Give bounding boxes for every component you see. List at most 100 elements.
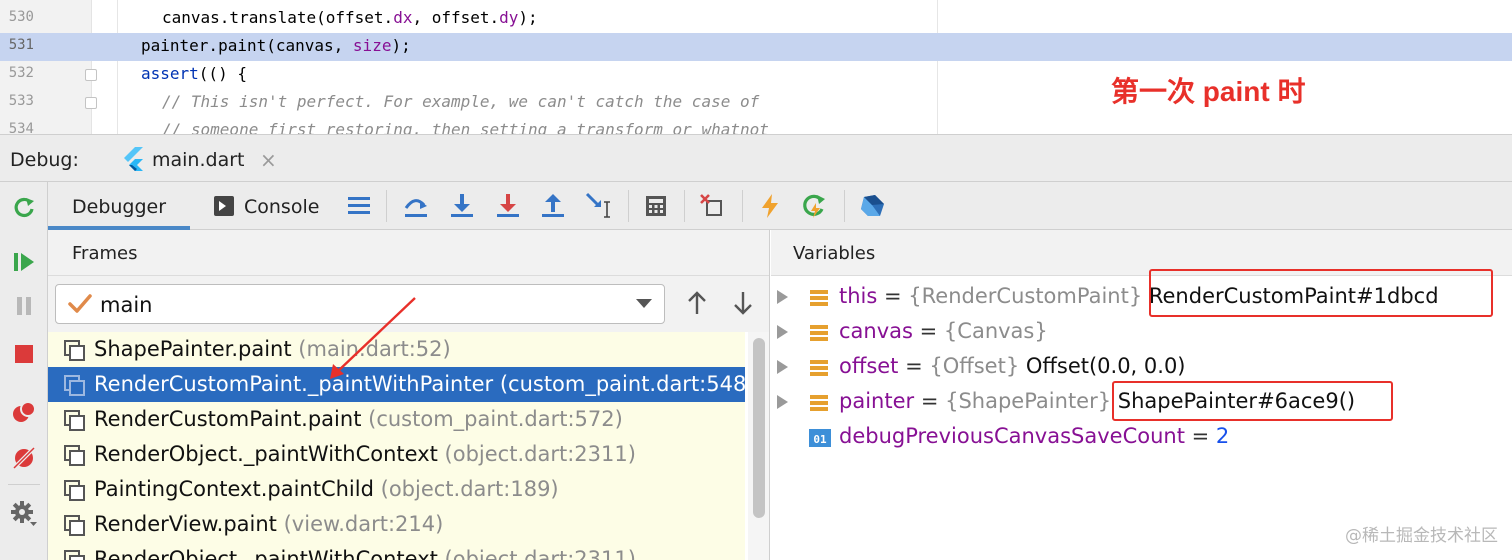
frame-label: RenderView.paint (view.dart:214): [94, 512, 444, 536]
expand-arrow-icon[interactable]: [777, 395, 788, 409]
code-line[interactable]: 534 // someone first restoring, then set…: [0, 117, 1512, 134]
thread-selector-bar: main: [48, 276, 769, 332]
frame-label: RenderCustomPaint.paint (custom_paint.da…: [94, 407, 623, 431]
variables-title: Variables: [793, 243, 876, 264]
previous-frame-button[interactable]: [682, 288, 712, 318]
drop-frame-icon[interactable]: [698, 192, 726, 220]
toolbar-separator: [386, 190, 387, 222]
flutter-icon: [122, 147, 144, 177]
frame-row[interactable]: PaintingContext.paintChild (object.dart:…: [48, 472, 745, 507]
variable-text: canvas = {Canvas}: [839, 319, 1048, 343]
hot-reload-icon[interactable]: [756, 192, 784, 220]
frame-row[interactable]: RenderCustomPaint.paint (custom_paint.da…: [48, 402, 745, 437]
stack-frame-icon: [64, 445, 86, 471]
view-breakpoints-icon[interactable]: [8, 396, 40, 428]
code-text: painter.paint(canvas, size);: [141, 36, 411, 55]
current-execution-line[interactable]: 531 painter.paint(canvas, size);: [0, 33, 1512, 61]
stack-frame-icon: [64, 550, 86, 560]
stack-frame-icon: [64, 340, 86, 366]
stack-frame-icon: [64, 480, 86, 506]
hot-restart-icon[interactable]: [800, 192, 828, 220]
debugger-toolbar: Debugger Console: [48, 182, 1512, 230]
run-tab-label: main.dart: [152, 149, 245, 171]
run-to-cursor-icon[interactable]: [585, 192, 613, 220]
line-number: 532: [8, 65, 34, 81]
thread-dropdown[interactable]: main: [55, 284, 665, 324]
thread-dropdown-value: main: [100, 293, 153, 317]
svg-text:01: 01: [813, 433, 827, 446]
frames-panel: Frames main ShapePainter.paint (main.dar…: [48, 230, 770, 560]
evaluate-expression-icon[interactable]: [642, 192, 670, 220]
field-icon: [809, 323, 829, 347]
close-icon[interactable]: ×: [260, 148, 277, 172]
variable-text: debugPreviousCanvasSaveCount = 2: [839, 424, 1230, 448]
frame-row[interactable]: RenderView.paint (view.dart:214): [48, 507, 745, 542]
expand-arrow-icon[interactable]: [777, 290, 788, 304]
frame-row[interactable]: RenderObject._paintWithContext (object.d…: [48, 542, 745, 560]
frame-row[interactable]: ShapePainter.paint (main.dart:52): [48, 332, 745, 367]
debug-actions-sidebar: [0, 182, 48, 560]
tab-debugger[interactable]: Debugger: [48, 182, 190, 230]
line-number: 530: [8, 9, 34, 25]
field-icon: [809, 393, 829, 417]
field-icon: [809, 358, 829, 382]
variables-panel: Variables this = {RenderCustomPaint} Ren…: [771, 230, 1512, 560]
code-line[interactable]: 530 canvas.translate(offset.dx, offset.d…: [0, 5, 1512, 33]
settings-icon[interactable]: [8, 498, 40, 530]
step-out-icon[interactable]: [539, 192, 567, 220]
step-over-icon[interactable]: [402, 192, 430, 220]
code-text: assert(() {: [141, 64, 247, 83]
code-comment: // someone first restoring, then setting…: [162, 120, 769, 134]
watermark: @稀土掘金技术社区: [1345, 526, 1498, 546]
frames-header: Frames: [48, 230, 769, 276]
toolbar-separator: [684, 190, 685, 222]
variable-row[interactable]: canvas = {Canvas}: [771, 315, 1512, 350]
tab-console[interactable]: Console: [208, 182, 338, 230]
step-into-icon[interactable]: [448, 192, 476, 220]
stack-frame-icon: [64, 375, 86, 401]
toolbar-separator: [742, 190, 743, 222]
frame-row[interactable]: RenderObject._paintWithContext (object.d…: [48, 437, 745, 472]
variable-row[interactable]: offset = {Offset} Offset(0.0, 0.0): [771, 350, 1512, 385]
fold-marker-icon[interactable]: [85, 97, 97, 109]
tab-debugger-label: Debugger: [72, 196, 167, 218]
chevron-down-icon: [636, 299, 652, 308]
frames-title: Frames: [72, 243, 138, 264]
run-config-tab[interactable]: main.dart ×: [112, 141, 288, 183]
frame-label: RenderObject._paintWithContext (object.d…: [94, 442, 636, 466]
stack-frame-icon: [64, 410, 86, 436]
annotation-text: 第一次 paint 时: [1111, 76, 1306, 107]
frames-scrollbar-thumb[interactable]: [753, 338, 765, 518]
variable-row[interactable]: 01 debugPreviousCanvasSaveCount = 2: [771, 420, 1512, 455]
expand-arrow-icon[interactable]: [777, 325, 788, 339]
dart-devtools-icon[interactable]: [858, 192, 886, 220]
rerun-icon[interactable]: [8, 192, 40, 224]
stop-icon[interactable]: [8, 338, 40, 370]
force-step-into-icon[interactable]: [494, 192, 522, 220]
expand-arrow-icon[interactable]: [777, 360, 788, 374]
variable-text: offset = {Offset} Offset(0.0, 0.0): [839, 354, 1186, 378]
debug-tool-window-header: Debug: main.dart ×: [0, 134, 1512, 182]
stack-frame-icon: [64, 515, 86, 541]
toolbar-separator: [628, 190, 629, 222]
code-editor[interactable]: 530 canvas.translate(offset.dx, offset.d…: [0, 0, 1512, 134]
pause-icon[interactable]: [8, 290, 40, 322]
console-icon: [214, 196, 234, 220]
frame-list: ShapePainter.paint (main.dart:52) Render…: [48, 332, 748, 560]
line-number: 531: [8, 37, 34, 53]
code-text: canvas.translate(offset.dx, offset.dy);: [162, 8, 538, 27]
next-frame-button[interactable]: [728, 288, 758, 318]
field-icon: [809, 288, 829, 312]
tab-console-label: Console: [244, 196, 320, 218]
line-number: 534: [8, 121, 34, 134]
frame-label: RenderCustomPaint._paintWithPainter (cus…: [94, 372, 745, 396]
code-comment: // This isn't perfect. For example, we c…: [162, 92, 760, 111]
fold-marker-icon[interactable]: [85, 69, 97, 81]
frame-row-selected[interactable]: RenderCustomPaint._paintWithPainter (cus…: [48, 367, 745, 402]
resume-icon[interactable]: [8, 246, 40, 278]
show-execution-point-icon[interactable]: [345, 192, 373, 220]
frame-label: ShapePainter.paint (main.dart:52): [94, 337, 451, 361]
highlight-box: [1112, 381, 1393, 421]
mute-breakpoints-icon[interactable]: [8, 442, 40, 474]
debug-label: Debug:: [10, 149, 79, 171]
